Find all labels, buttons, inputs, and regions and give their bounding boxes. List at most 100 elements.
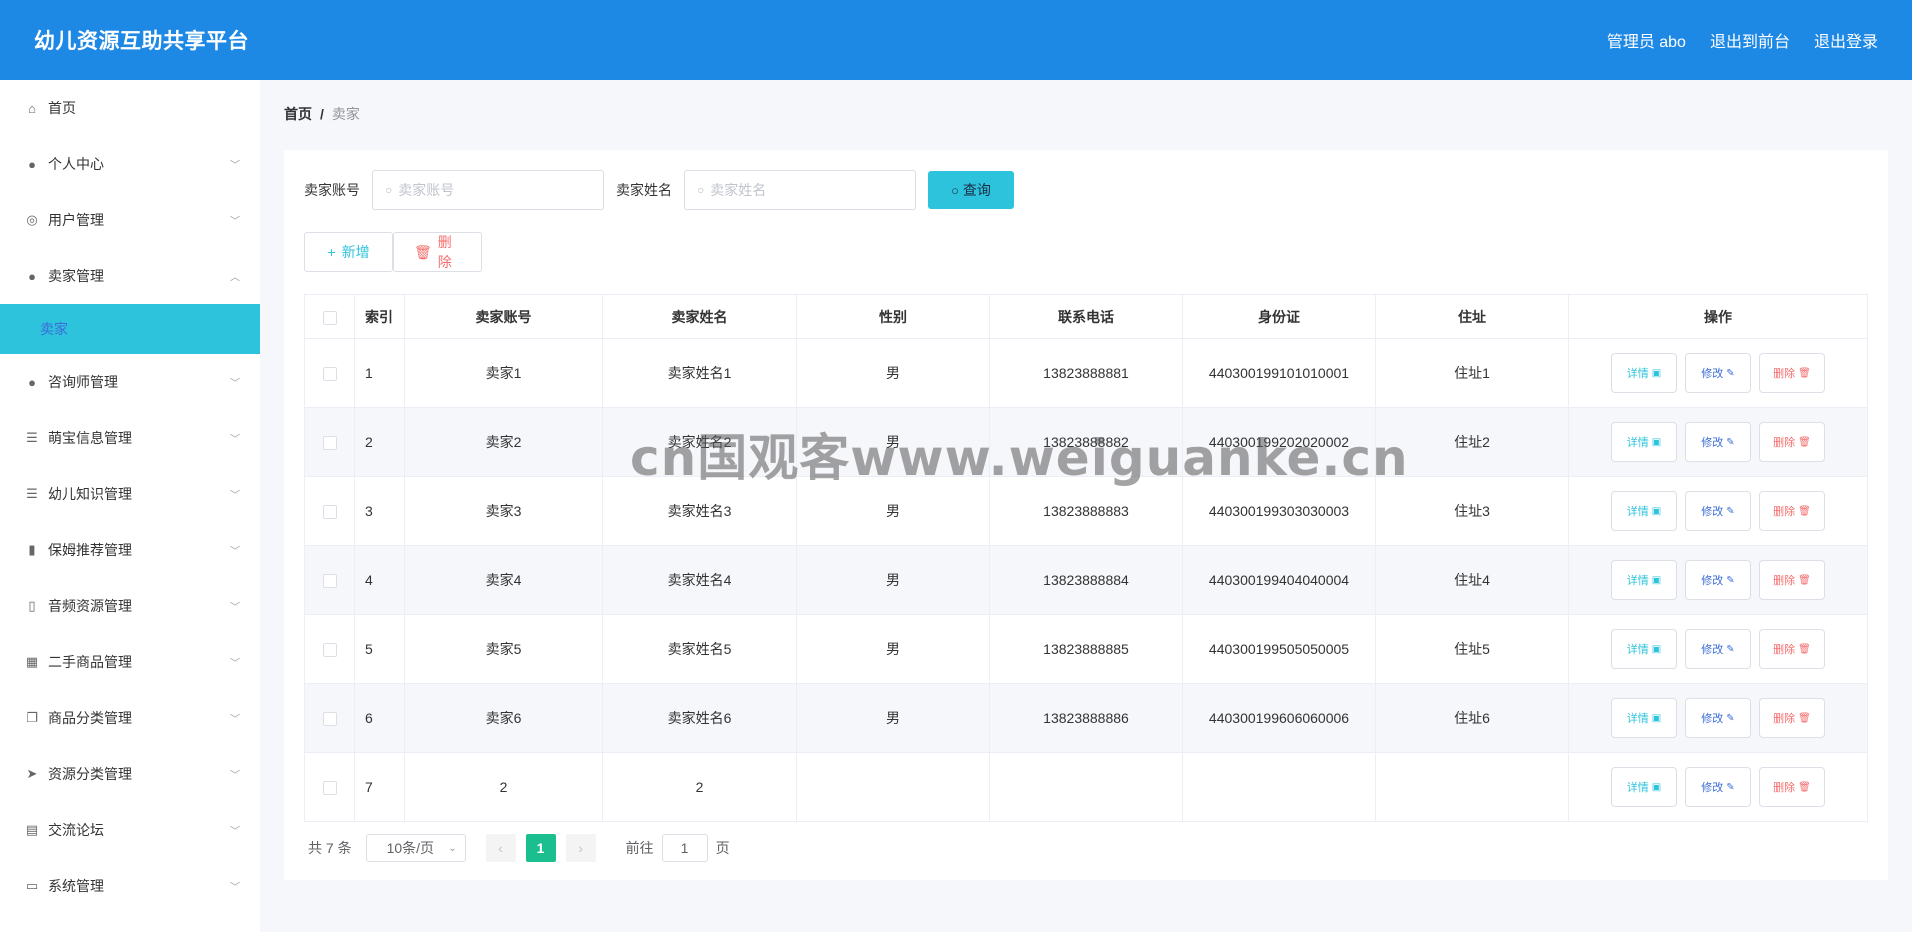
cell-idcard: 440300199505050005: [1182, 614, 1376, 684]
table-row[interactable]: 2 卖家2 卖家姓名2 男 13823888882 440300199202020002 住…: [304, 407, 1868, 477]
add-button[interactable]: + 新增: [304, 232, 393, 272]
table-row[interactable]: 3 卖家3 卖家姓名3 男 13823888883 440300199303030003 住…: [304, 476, 1868, 546]
detail-button[interactable]: 详情 ▣: [1611, 422, 1677, 462]
table-row[interactable]: 6 卖家6 卖家姓名6 男 13823888886 440300199606060006 住…: [304, 683, 1868, 753]
chevron-down-icon: ﹀: [230, 770, 240, 782]
page-size-select[interactable]: 10条/页 ⌄: [365, 834, 466, 862]
row-checkbox[interactable]: [322, 505, 337, 520]
query-button[interactable]: ○ 查询: [928, 171, 1014, 209]
edit-button[interactable]: 修改 ✎: [1685, 629, 1751, 669]
table-row[interactable]: 5 卖家5 卖家姓名5 男 13823888885 440300199505050005 住…: [304, 614, 1868, 684]
edit-button[interactable]: 修改 ✎: [1685, 422, 1751, 462]
sidebar-item-13[interactable]: ▭ 系统管理 ﹀: [0, 858, 260, 914]
edit-button[interactable]: 修改 ✎: [1685, 560, 1751, 600]
delete-button[interactable]: 🗑 删除: [393, 232, 482, 272]
account-search-box[interactable]: ○: [372, 170, 604, 210]
name-search-box[interactable]: ○: [684, 170, 916, 210]
row-checkbox[interactable]: [322, 643, 337, 658]
chevron-left-icon: ‹: [498, 840, 503, 856]
cell-account: 卖家3: [404, 476, 603, 546]
sidebar-item-3[interactable]: ● 卖家管理 ︿: [0, 248, 260, 304]
search-form: 卖家账号 ○ 卖家姓名 ○ ○ 查询: [304, 170, 1014, 210]
row-delete-button-label: 删除: [1773, 782, 1796, 794]
sidebar-item-label: 二手商品管理: [48, 654, 132, 670]
chevron-down-icon: ﹀: [230, 714, 240, 726]
sidebar-item-12[interactable]: ▤ 交流论坛 ﹀: [0, 802, 260, 858]
sidebar-item-6[interactable]: ☰ 幼儿知识管理 ﹀: [0, 466, 260, 522]
row-select-cell: [304, 683, 355, 753]
table-header-row: 索引 卖家账号 卖家姓名 性别 联系电话 身份证 住址 操作: [304, 294, 1868, 339]
detail-button[interactable]: 详情 ▣: [1611, 560, 1677, 600]
sidebar-item-5[interactable]: ☰ 萌宝信息管理 ﹀: [0, 410, 260, 466]
detail-button[interactable]: 详情 ▣: [1611, 491, 1677, 531]
account-input[interactable]: [398, 182, 579, 198]
row-select-cell: [304, 752, 355, 822]
row-checkbox[interactable]: [322, 781, 337, 796]
row-delete-button[interactable]: 删除 🗑: [1759, 629, 1825, 669]
detail-button-label: 详情: [1626, 437, 1649, 449]
chevron-down-icon: ﹀: [230, 658, 240, 670]
table-row[interactable]: 1 卖家1 卖家姓名1 男 13823888881 440300199101010001 住…: [304, 338, 1868, 408]
name-input[interactable]: [710, 182, 891, 198]
detail-button[interactable]: 详情 ▣: [1611, 353, 1677, 393]
edit-button[interactable]: 修改 ✎: [1685, 698, 1751, 738]
next-page-button[interactable]: ›: [565, 834, 596, 862]
sidebar-item-0[interactable]: ⌂ 首页: [0, 80, 260, 136]
add-button-label: 新增: [341, 244, 370, 260]
sidebar-item-1[interactable]: ● 个人中心 ﹀: [0, 136, 260, 192]
row-checkbox[interactable]: [322, 436, 337, 451]
row-delete-button[interactable]: 删除 🗑: [1759, 491, 1825, 531]
cell-index: 1: [354, 338, 405, 408]
row-checkbox[interactable]: [322, 712, 337, 727]
col-address: 住址: [1375, 294, 1569, 339]
row-checkbox[interactable]: [322, 574, 337, 589]
cell-phone: [989, 752, 1183, 822]
page-number-current[interactable]: 1: [525, 834, 556, 862]
sidebar-item-10[interactable]: ❐ 商品分类管理 ﹀: [0, 690, 260, 746]
cell-name: 卖家姓名5: [602, 614, 797, 684]
breadcrumb-home[interactable]: 首页: [284, 106, 312, 122]
prev-page-button[interactable]: ‹: [485, 834, 516, 862]
logout-link[interactable]: 退出登录: [1814, 28, 1878, 52]
sidebar-item-2[interactable]: ◎ 用户管理 ﹀: [0, 192, 260, 248]
detail-button[interactable]: 详情 ▣: [1611, 767, 1677, 807]
row-delete-button[interactable]: 删除 🗑: [1759, 767, 1825, 807]
sidebar-item-9[interactable]: ▦ 二手商品管理 ﹀: [0, 634, 260, 690]
sidebar-item-11[interactable]: ➤ 资源分类管理 ﹀: [0, 746, 260, 802]
edit-button-label: 修改: [1701, 713, 1724, 725]
trash-icon: 🗑: [1798, 436, 1811, 448]
row-delete-button[interactable]: 删除 🗑: [1759, 698, 1825, 738]
edit-button[interactable]: 修改 ✎: [1685, 491, 1751, 531]
cell-name: 卖家姓名1: [602, 338, 797, 408]
row-delete-button[interactable]: 删除 🗑: [1759, 353, 1825, 393]
document-icon: ▣: [1651, 712, 1662, 724]
pencil-icon: ✎: [1726, 574, 1735, 586]
sidebar-item-label: 用户管理: [48, 212, 104, 228]
sidebar-item-8[interactable]: ▯ 音频资源管理 ﹀: [0, 578, 260, 634]
detail-button[interactable]: 详情 ▣: [1611, 629, 1677, 669]
edit-button-label: 修改: [1701, 782, 1724, 794]
cell-index: 4: [354, 545, 405, 615]
cell-account: 卖家5: [404, 614, 603, 684]
list-alt-icon: ☰: [26, 486, 38, 501]
row-delete-button[interactable]: 删除 🗑: [1759, 560, 1825, 600]
detail-button-label: 详情: [1626, 506, 1649, 518]
edit-button[interactable]: 修改 ✎: [1685, 767, 1751, 807]
exit-front-link[interactable]: 退出到前台: [1710, 28, 1790, 52]
edit-button[interactable]: 修改 ✎: [1685, 353, 1751, 393]
row-delete-button[interactable]: 删除 🗑: [1759, 422, 1825, 462]
sidebar-item-4[interactable]: ● 咨询师管理 ﹀: [0, 354, 260, 410]
admin-name[interactable]: 管理员 abo: [1607, 28, 1686, 52]
briefcase-icon: ▭: [25, 878, 39, 893]
table-row[interactable]: 7 2 2 详情 ▣ 修改 ✎ 删除 🗑: [304, 752, 1868, 822]
cell-address: 住址5: [1375, 614, 1569, 684]
goto-page-input[interactable]: [661, 834, 708, 862]
pencil-icon: ✎: [1726, 367, 1735, 379]
sidebar-subitem-seller[interactable]: 卖家: [0, 304, 260, 354]
select-all-checkbox[interactable]: [322, 310, 337, 325]
sidebar-item-7[interactable]: ▮ 保姆推荐管理 ﹀: [0, 522, 260, 578]
detail-button[interactable]: 详情 ▣: [1611, 698, 1677, 738]
cell-account: 卖家2: [404, 407, 603, 477]
row-checkbox[interactable]: [322, 367, 337, 382]
table-row[interactable]: 4 卖家4 卖家姓名4 男 13823888884 440300199404040004 住…: [304, 545, 1868, 615]
